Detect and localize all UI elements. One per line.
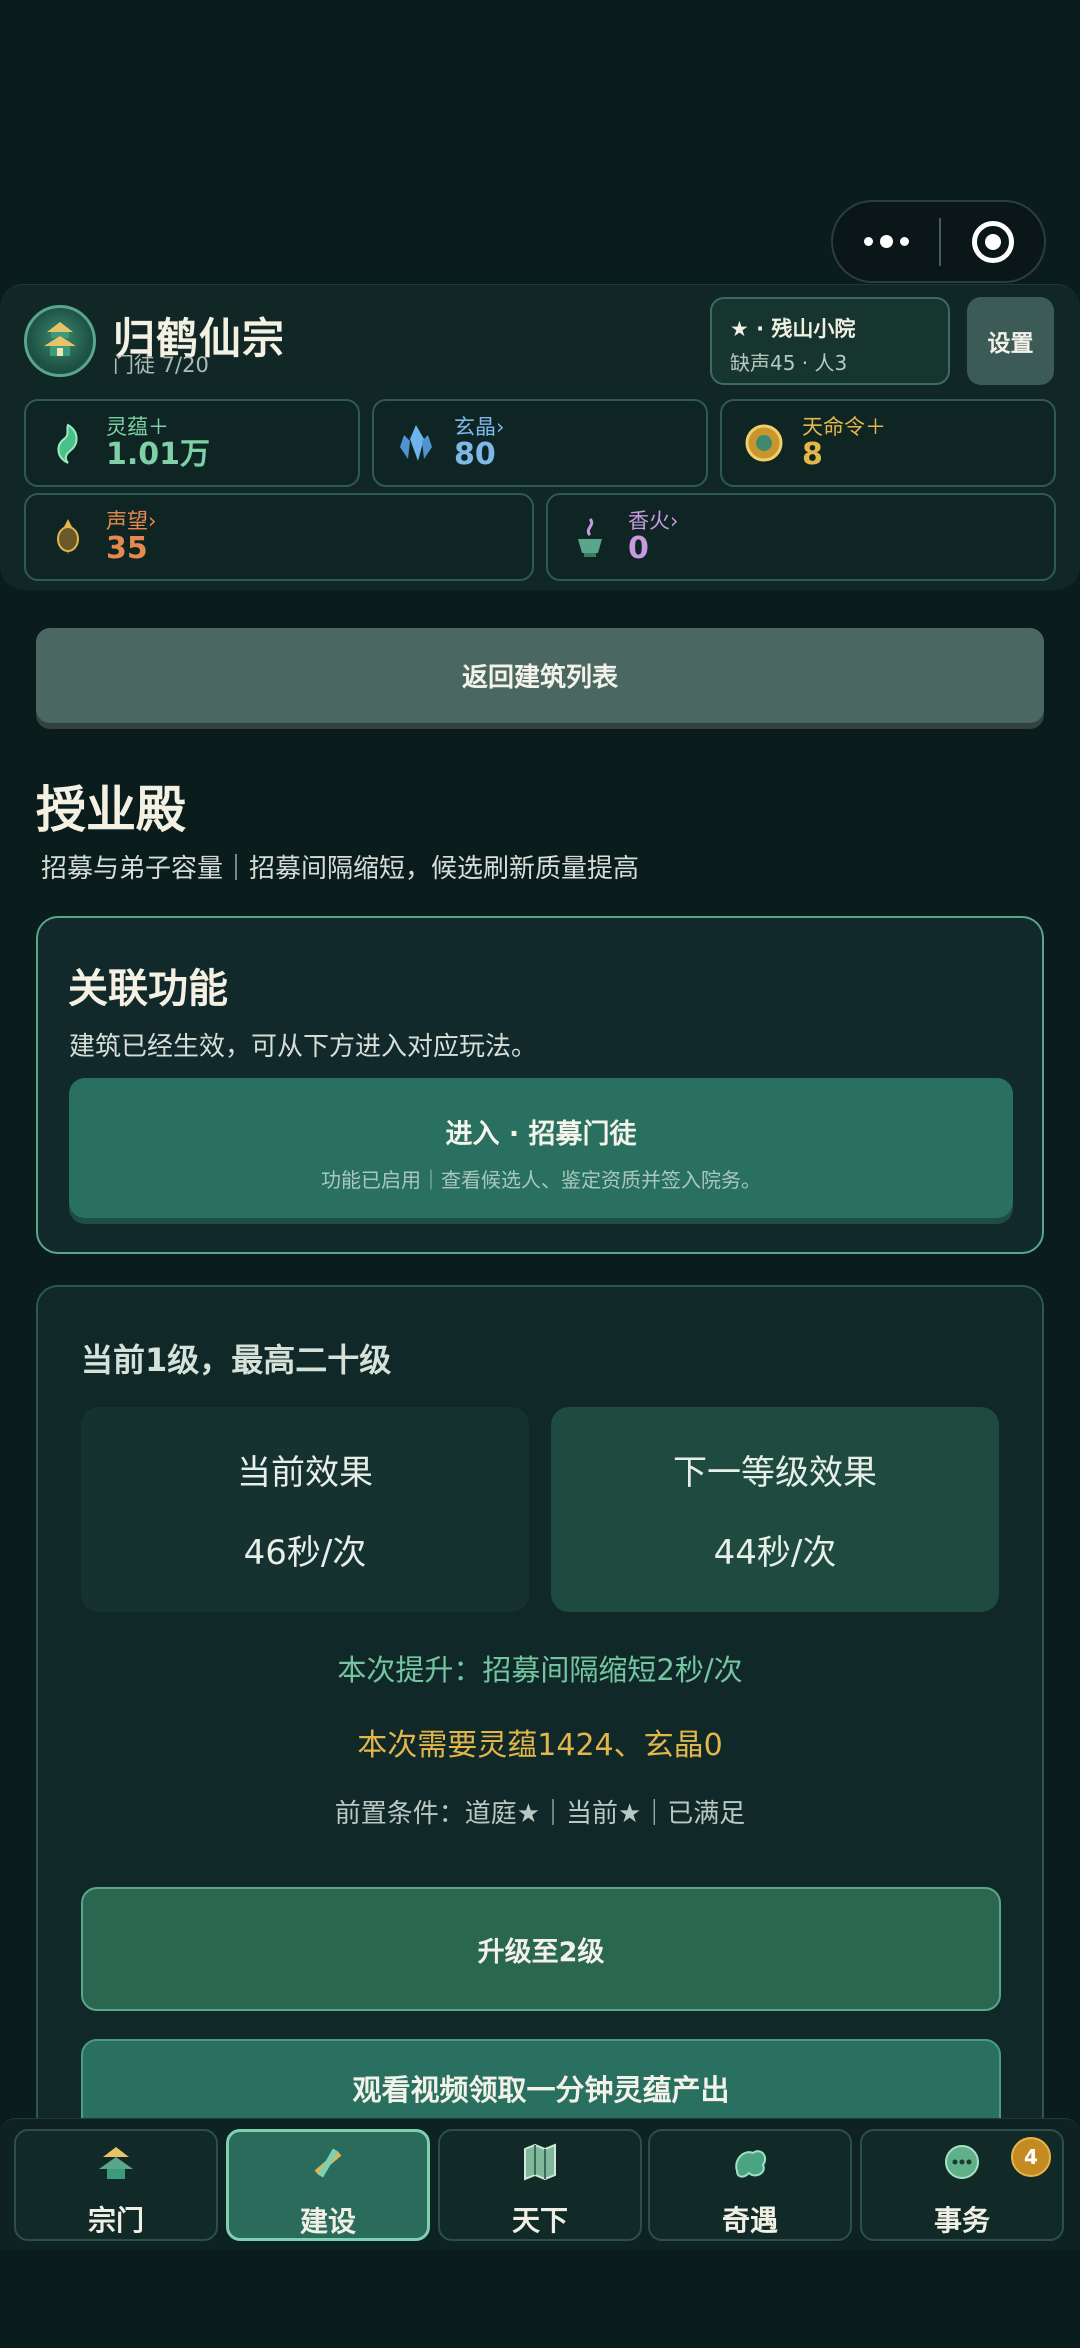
resource-value: 0 <box>628 531 649 566</box>
affairs-notification-badge: 4 <box>1011 2137 1051 2177</box>
next-effect-panel: 下一等级效果 44秒/次 <box>551 1407 999 1612</box>
linked-function-card: 关联功能 建筑已经生效，可从下方进入对应玩法。 进入 · 招募门徒 功能已启用｜… <box>36 916 1044 1254</box>
close-miniprogram-icon[interactable] <box>941 220 1044 263</box>
map-icon <box>440 2141 640 2183</box>
resource-value: 35 <box>106 531 148 566</box>
upgrade-prerequisite: 前置条件：道庭★｜当前★｜已满足 <box>334 1799 746 1829</box>
upgrade-gain: 本次提升：招募间隔缩短2秒/次 <box>337 1653 743 1687</box>
sect-header: 归鹤仙宗 门徒 7/20 ★ · 残山小院 缺声45 · 人3 设置 灵蕴＋ 1… <box>0 284 1080 590</box>
next-effect-value: 44秒/次 <box>713 1533 837 1573</box>
build-icon <box>229 2142 427 2184</box>
resource-prestige[interactable]: 声望› 35 <box>24 493 534 581</box>
crystal-icon <box>392 419 440 467</box>
pagoda-icon <box>44 322 76 356</box>
spirit-icon <box>44 419 92 467</box>
sect-shortfall: 缺声45 · 人3 <box>730 351 848 375</box>
enter-recruit-label: 进入 · 招募门徒 <box>445 1119 637 1150</box>
encounter-icon <box>650 2141 850 2183</box>
enter-recruit-subtitle: 功能已启用｜查看候选人、鉴定资质并签入院务。 <box>321 1168 761 1192</box>
tab-world[interactable]: 天下 <box>438 2129 642 2241</box>
resource-name: 声望› <box>106 509 157 533</box>
miniprogram-capsule <box>831 200 1046 283</box>
resource-token[interactable]: 天命令＋ 8 <box>720 399 1056 487</box>
tab-sect[interactable]: 宗门 <box>14 2129 218 2241</box>
more-menu-icon[interactable] <box>833 235 939 248</box>
level-heading: 当前1级，最高二十级 <box>81 1341 392 1379</box>
token-icon <box>740 419 788 467</box>
resource-value: 8 <box>802 437 823 472</box>
upgrade-cost: 本次需要灵蕴1424、玄晶0 <box>357 1728 723 1763</box>
resource-value: 1.01万 <box>106 437 211 472</box>
back-to-building-list-button[interactable]: 返回建筑列表 <box>36 628 1044 723</box>
sect-rank: ★ · 残山小院 <box>730 317 856 341</box>
resource-value: 80 <box>454 437 496 472</box>
settings-button[interactable]: 设置 <box>967 297 1054 385</box>
current-effect-title: 当前效果 <box>237 1453 373 1493</box>
enter-recruit-button[interactable]: 进入 · 招募门徒 功能已启用｜查看候选人、鉴定资质并签入院务。 <box>69 1078 1013 1218</box>
prestige-icon <box>44 513 92 561</box>
resource-name: 天命令＋ <box>802 415 886 439</box>
bottom-tab-bar: 宗门 建设 天下 奇遇 事务 <box>0 2118 1080 2250</box>
resource-spirit[interactable]: 灵蕴＋ 1.01万 <box>24 399 360 487</box>
next-effect-title: 下一等级效果 <box>673 1453 877 1493</box>
sect-logo[interactable] <box>24 305 96 377</box>
tab-label: 建设 <box>299 2205 356 2238</box>
tab-encounter[interactable]: 奇遇 <box>648 2129 852 2241</box>
resource-name: 玄晶› <box>454 415 505 439</box>
tab-label: 事务 <box>933 2204 990 2237</box>
resource-incense[interactable]: 香火› 0 <box>546 493 1056 581</box>
resource-name: 香火› <box>628 509 679 533</box>
tab-label: 天下 <box>511 2204 568 2237</box>
current-effect-value: 46秒/次 <box>243 1533 367 1573</box>
building-title: 授业殿 <box>36 781 186 839</box>
building-description: 招募与弟子容量｜招募间隔缩短，候选刷新质量提高 <box>41 854 640 884</box>
incense-icon <box>566 513 614 561</box>
tab-build[interactable]: 建设 <box>226 2129 430 2241</box>
resource-name: 灵蕴＋ <box>106 415 169 439</box>
card-title: 关联功能 <box>68 966 228 1012</box>
resource-crystal[interactable]: 玄晶› 80 <box>372 399 708 487</box>
sect-rank-status[interactable]: ★ · 残山小院 缺声45 · 人3 <box>710 297 950 385</box>
card-description: 建筑已经生效，可从下方进入对应玩法。 <box>69 1032 538 1062</box>
upgrade-card: 当前1级，最高二十级 当前效果 46秒/次 下一等级效果 44秒/次 本次提升：… <box>36 1285 1044 2185</box>
tab-label: 奇遇 <box>721 2204 778 2237</box>
current-effect-panel: 当前效果 46秒/次 <box>81 1407 529 1612</box>
tab-label: 宗门 <box>87 2204 144 2237</box>
disciple-count: 门徒 7/20 <box>113 353 209 377</box>
sect-icon <box>16 2141 216 2183</box>
upgrade-button[interactable]: 升级至2级 <box>81 1887 1001 2011</box>
